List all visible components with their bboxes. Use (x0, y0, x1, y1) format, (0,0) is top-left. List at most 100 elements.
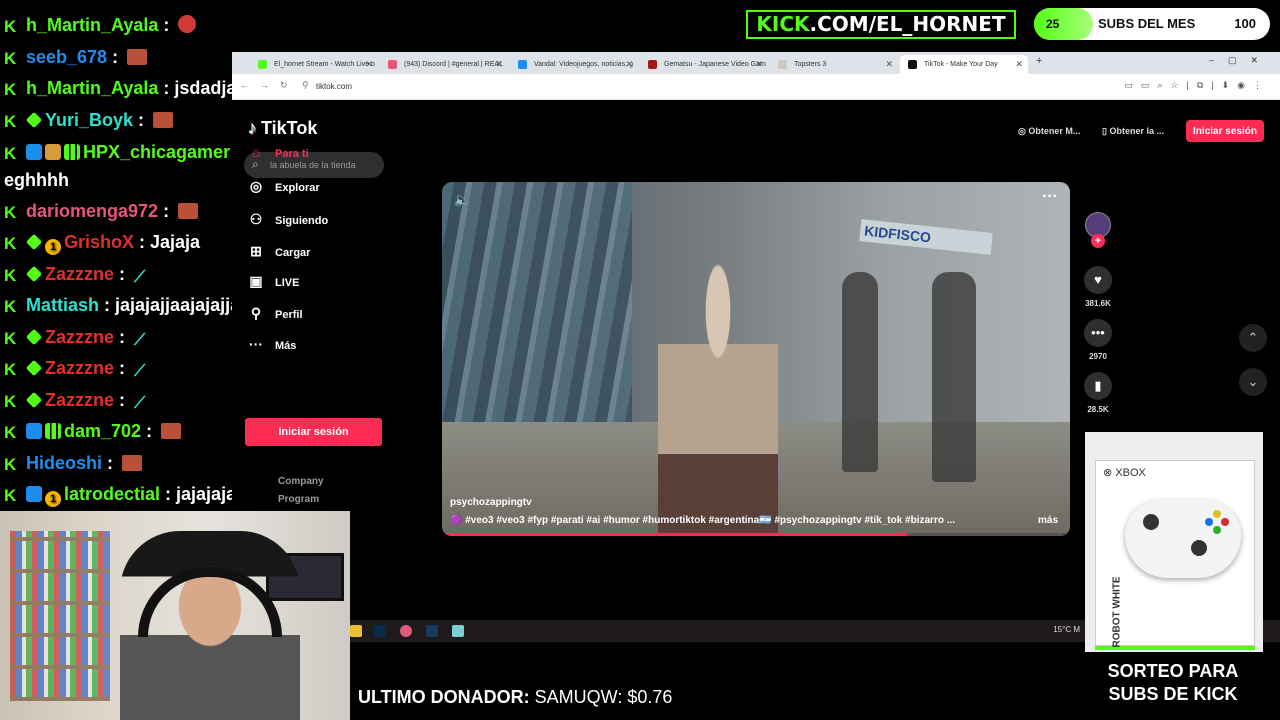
nav-item-siguiendo[interactable]: ⚇ Siguiendo (246, 207, 328, 231)
weather-widget[interactable]: 15°C M (1053, 625, 1080, 634)
chat-text: jajajaja (176, 484, 237, 504)
forward-icon[interactable]: → (260, 80, 269, 90)
back-icon[interactable]: ← (240, 80, 249, 90)
donor-label: ULTIMO DONADOR: (358, 687, 530, 707)
chat-separator: : (160, 484, 177, 504)
close-tab-icon[interactable]: ✕ (885, 55, 893, 74)
kick-badge-icon: K (4, 455, 17, 474)
nav-item-cargar[interactable]: ⊞ Cargar (246, 239, 310, 263)
chat-username[interactable]: Zazzzne (45, 390, 114, 410)
save-action[interactable]: ▮ 28.5K (1082, 372, 1114, 414)
reload-icon[interactable]: ↻ (280, 80, 288, 91)
nav-item-explorar[interactable]: ◎ Explorar (246, 174, 320, 198)
heart-icon[interactable]: ♥ (1084, 266, 1112, 294)
new-tab-button[interactable]: + (1036, 55, 1042, 67)
close-tab-icon[interactable]: ✕ (625, 55, 633, 74)
right-stick (1191, 540, 1207, 556)
nav-item-para-ti[interactable]: ⌂ Para ti (246, 140, 309, 164)
video-hashtags[interactable]: 🟣 #veo3 #veo3 #fyp #parati #ai #humor #h… (450, 515, 955, 526)
chat-username[interactable]: Zazzzne (45, 264, 114, 284)
discord-taskbar-icon[interactable] (400, 625, 412, 637)
window-controls[interactable]: –▢✕ (1209, 55, 1272, 66)
video-progress-bar[interactable] (442, 533, 1070, 536)
kick-badge-icon: K (4, 80, 17, 99)
kick-badge-icon: K (4, 392, 17, 411)
toolbar-icons[interactable]: ▭▭⌕☆|⧉|⬇◉⋮ (1124, 80, 1270, 91)
chat-username[interactable]: h_Martin_Ayala (26, 78, 158, 98)
giveaway-text: SORTEO PARA SUBS DE KICK (1107, 661, 1239, 704)
tiktok-logo[interactable]: ♪ TikTok (248, 118, 317, 139)
url-field[interactable]: tiktok.com (316, 82, 352, 91)
favicon-icon (778, 60, 787, 69)
nav-item-perfil[interactable]: ⚲ Perfil (246, 301, 303, 325)
chat-username[interactable]: Zazzzne (45, 327, 114, 347)
chat-separator: : (158, 201, 175, 221)
video-more-link[interactable]: más (1038, 515, 1058, 526)
nav-item-m-s[interactable]: ··· Más (246, 332, 296, 356)
video-player[interactable]: KIDFISCO 🔈 ··· psychozappingtv 🟣 #veo3 #… (442, 182, 1070, 536)
bookmark-icon[interactable]: ▮ (1084, 372, 1112, 400)
login-button-top[interactable]: Iniciar sesión (1186, 120, 1264, 142)
browser-tab[interactable]: El_hornet Stream - Watch Live o ✕ (250, 55, 378, 74)
get-coins-chip[interactable]: ◎ Obtener M... (1018, 118, 1080, 144)
browser-tab[interactable]: TikTok - Make Your Day ✕ (900, 55, 1028, 74)
coin-badge-icon: 1 (45, 239, 61, 255)
footer-company[interactable]: Company (278, 476, 324, 487)
volume-icon[interactable]: 🔈 (454, 192, 470, 208)
compass-icon: ◎ (249, 178, 263, 194)
get-app-chip[interactable]: ▯ Obtener la ... (1102, 118, 1164, 144)
a-button (1213, 526, 1221, 534)
chat-emote-icon (161, 423, 182, 439)
nav-item-live[interactable]: ▣ LIVE (246, 269, 299, 293)
chat-message: K Zazzzne : ⟋ (4, 324, 145, 354)
chat-emote-icon (178, 203, 199, 219)
kick-badge-icon: K (4, 329, 17, 348)
chat-username[interactable]: GrishoX (64, 232, 134, 252)
site-info-icon[interactable]: ⚲ (302, 80, 309, 91)
browser-tab[interactable]: Gematsu - Japanese Video Gam ✕ (640, 55, 768, 74)
login-button-sidebar[interactable]: Iniciar sesión (245, 418, 382, 446)
browser-tab[interactable]: Topsters 3 ✕ (770, 55, 898, 74)
chat-message: Kdam_702 : (4, 418, 182, 444)
close-tab-icon[interactable]: ✕ (495, 55, 503, 74)
close-tab-icon[interactable]: ✕ (1015, 55, 1023, 74)
browser-tab[interactable]: Vandal: Videojuegos, noticias, g ✕ (510, 55, 638, 74)
chat-separator: : (114, 264, 131, 284)
chat-username[interactable]: dariomenga972 (26, 201, 158, 221)
nav-label: Siguiendo (275, 215, 329, 227)
more-options-icon[interactable]: ··· (1042, 188, 1058, 206)
app-taskbar-icon[interactable] (452, 625, 464, 637)
kick-badge-icon: K (4, 360, 17, 379)
chat-separator: : (114, 358, 131, 378)
comment-action[interactable]: ••• 2970 (1082, 319, 1114, 361)
chat-separator: : (107, 47, 124, 67)
chat-username[interactable]: seeb_678 (26, 47, 107, 67)
chat-username[interactable]: Mattiash (26, 295, 99, 315)
comment-icon[interactable]: ••• (1084, 319, 1112, 347)
chat-username[interactable]: Hideoshi (26, 453, 102, 473)
chevron-up-icon[interactable]: ⌃ (1239, 324, 1267, 352)
chat-username[interactable]: h_Martin_Ayala (26, 15, 158, 35)
like-action[interactable]: ♥ 381.6K (1082, 266, 1114, 308)
chat-username[interactable]: Zazzzne (45, 358, 114, 378)
diamond-badge-icon (25, 328, 43, 346)
chat-username[interactable]: Yuri_Boyk (45, 110, 133, 130)
diamond-badge-icon (25, 233, 43, 251)
video-author[interactable]: psychozappingtv (450, 497, 532, 508)
tab-title: El_hornet Stream - Watch Live o (274, 61, 375, 68)
footer-program[interactable]: Program (278, 494, 319, 505)
photoshop-taskbar-icon[interactable] (374, 625, 386, 637)
nav-label: Para ti (275, 148, 309, 160)
follow-plus-icon[interactable]: + (1091, 234, 1105, 248)
steam-taskbar-icon[interactable] (426, 625, 438, 637)
chat-username[interactable]: dam_702 (64, 421, 141, 441)
chat-username[interactable]: latrodectial (64, 484, 160, 504)
close-tab-icon[interactable]: ✕ (755, 55, 763, 74)
chevron-down-icon[interactable]: ⌄ (1239, 368, 1267, 396)
browser-tab[interactable]: (943) Discord | #general | REAL ✕ (380, 55, 508, 74)
nav-label: Perfil (275, 309, 303, 321)
close-tab-icon[interactable]: ✕ (365, 55, 373, 74)
chrome-taskbar-icon[interactable] (350, 625, 362, 637)
chat-username[interactable]: HPX_chicagamer (83, 142, 230, 162)
blue-badge-icon (26, 486, 42, 502)
